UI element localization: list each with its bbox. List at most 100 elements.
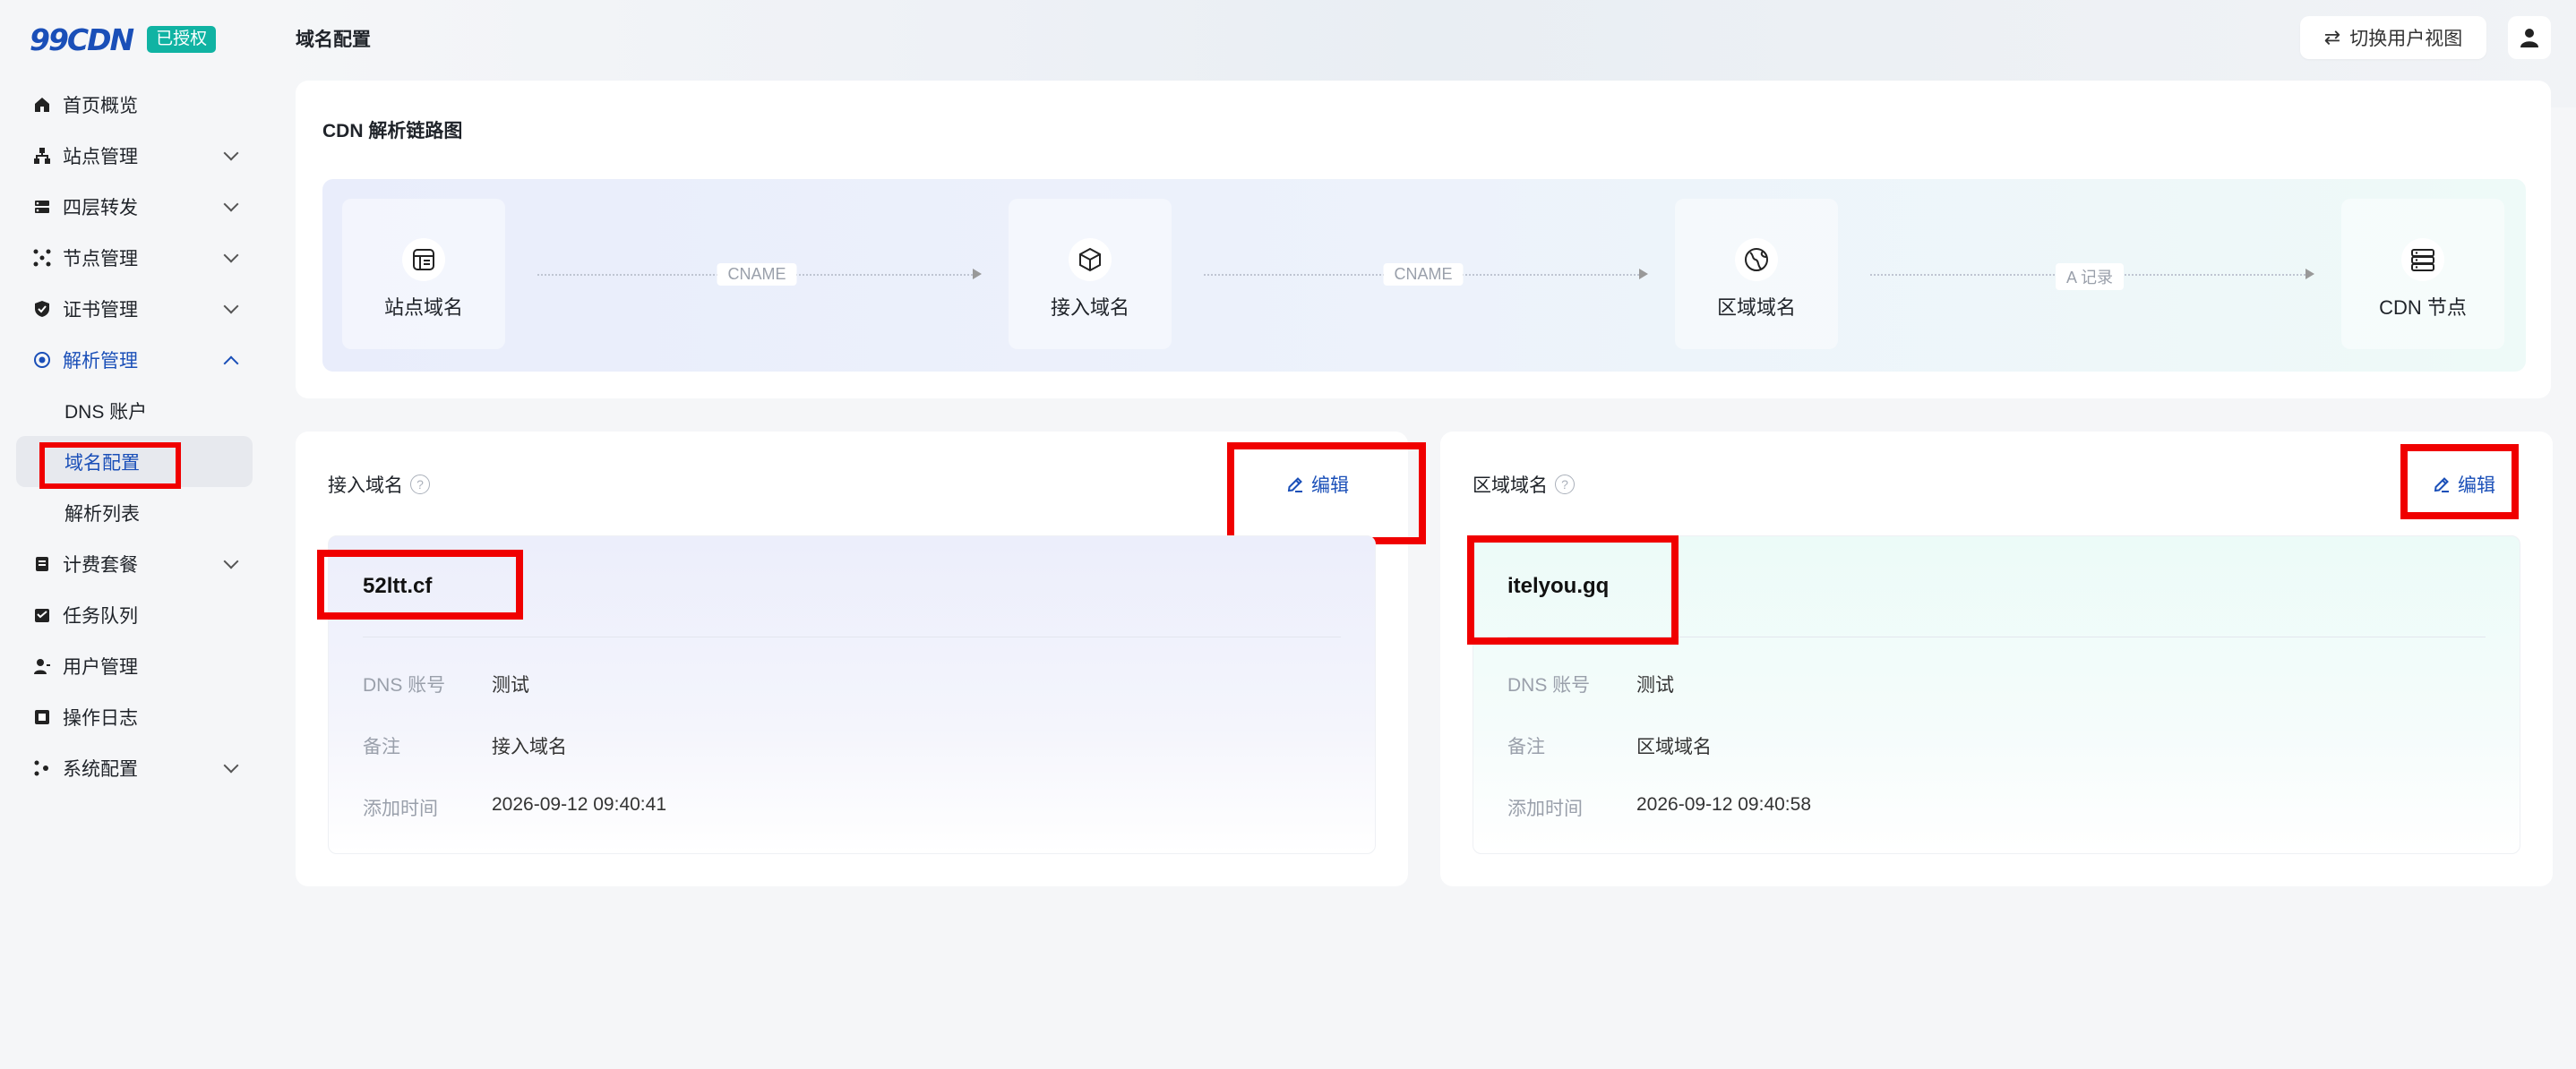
- sidebar-item-certificates[interactable]: 证书管理: [16, 283, 253, 334]
- log-icon: [32, 707, 52, 727]
- user-avatar-button[interactable]: [2508, 16, 2551, 59]
- brand: 99CDN 已授权: [30, 21, 217, 57]
- sidebar-subitem-label: 域名配置: [39, 441, 181, 489]
- user-icon: [32, 656, 52, 676]
- detail-row: 添加时间 2026-09-12 09:40:41: [363, 794, 666, 821]
- billing-icon: [32, 554, 52, 574]
- settings-icon: [32, 758, 52, 778]
- flow-node-cdn-node: CDN 节点: [2341, 199, 2504, 349]
- edit-access-domain-button[interactable]: 编辑: [1286, 471, 1349, 498]
- flow-node-label: 区域域名: [1716, 296, 1796, 319]
- flow-link: CNAME: [1204, 263, 1648, 286]
- sidebar-item-l4-forward[interactable]: 四层转发: [16, 181, 253, 232]
- edit-icon: [1287, 477, 1302, 492]
- sidebar-item-nodes[interactable]: 节点管理: [16, 232, 253, 283]
- chevron-down-icon: [223, 757, 239, 773]
- task-queue-icon: [32, 605, 52, 625]
- forward-icon: [32, 197, 52, 217]
- chevron-down-icon: [223, 145, 239, 160]
- sidebar-item-label: 四层转发: [63, 197, 138, 218]
- chevron-up-icon: [223, 355, 239, 371]
- arrow-right-icon: [973, 269, 982, 279]
- chevron-down-icon: [223, 247, 239, 262]
- region-domain-details: itelyou.gq DNS 账号 测试 备注 区域域名 添加时间 2026-0…: [1473, 535, 2520, 854]
- detail-value: 2026-09-12 09:40:58: [1636, 794, 1811, 815]
- arrow-right-icon: [2306, 269, 2314, 279]
- flow-node-label: 站点域名: [383, 296, 463, 319]
- page-title: 域名配置: [296, 30, 371, 50]
- detail-key: 添加时间: [1507, 799, 1583, 819]
- edit-label: 编辑: [1311, 475, 1349, 496]
- logo[interactable]: 99CDN: [30, 22, 134, 57]
- sitemap-icon: [32, 146, 52, 166]
- detail-value: 测试: [1636, 675, 1674, 696]
- sidebar-subitem-records[interactable]: 解析列表: [16, 487, 253, 538]
- access-domain-card-header: 接入域名 ?: [328, 471, 430, 498]
- sidebar-item-label: 任务队列: [63, 605, 138, 627]
- flow-link-label: CNAME: [717, 263, 797, 286]
- home-icon: [32, 95, 52, 115]
- sidebar-menu: 首页概览 站点管理 四层转发 节点管理 证书管理 解析管理 DNS 账户 域名配…: [16, 79, 253, 793]
- help-icon[interactable]: ?: [410, 475, 430, 494]
- detail-key: 备注: [1507, 737, 1545, 757]
- detail-key: DNS 账号: [363, 675, 446, 696]
- switch-user-view-button[interactable]: ⇄ 切换用户视图: [2300, 16, 2486, 59]
- chevron-down-icon: [223, 298, 239, 313]
- help-icon[interactable]: ?: [1555, 475, 1575, 494]
- sidebar-item-label: 解析管理: [63, 350, 138, 372]
- sidebar-item-label: 用户管理: [63, 656, 138, 678]
- chevron-down-icon: [223, 196, 239, 211]
- sidebar-item-system[interactable]: 系统配置: [16, 742, 253, 793]
- region-domain-icon: [1735, 238, 1778, 281]
- user-avatar-icon: [2520, 29, 2538, 47]
- sidebar-subitem-domain-config[interactable]: 域名配置: [16, 436, 253, 489]
- sidebar-item-label: 计费套餐: [63, 554, 138, 576]
- sidebar-item-billing[interactable]: 计费套餐: [16, 538, 253, 589]
- sidebar-item-sites[interactable]: 站点管理: [16, 130, 253, 181]
- flow-node-label: CDN 节点: [2379, 296, 2467, 319]
- sidebar-item-label: 首页概览: [63, 95, 138, 116]
- detail-value: 测试: [492, 675, 529, 696]
- resolution-chain-card: CDN 解析链路图 站点域名 CNAME 接入域名 CNAME 区域域名 A 记…: [296, 81, 2551, 398]
- sidebar-item-dns[interactable]: 解析管理: [16, 334, 253, 385]
- detail-row: DNS 账号 测试: [363, 671, 529, 697]
- region-domain-card-header: 区域域名 ?: [1473, 471, 1575, 498]
- access-domain-card-title: 接入域名: [328, 475, 403, 496]
- site-domain-icon: [402, 238, 445, 281]
- sidebar-item-tasks[interactable]: 任务队列: [16, 589, 253, 640]
- swap-icon: ⇄: [2323, 26, 2341, 48]
- sidebar-item-label: 证书管理: [63, 299, 138, 321]
- sidebar: 99CDN 已授权 首页概览 站点管理 四层转发 节点管理 证书管理 解析管理 …: [0, 0, 269, 1069]
- dns-icon: [32, 350, 52, 370]
- detail-key: 添加时间: [363, 799, 438, 819]
- flow-link: CNAME: [537, 263, 982, 286]
- flow-link-label: A 记录: [2055, 263, 2125, 290]
- detail-row: 备注 接入域名: [363, 732, 567, 759]
- access-domain-card: 接入域名 ? 编辑 52ltt.cf DNS 账号 测试 备注 接入域名 添加时…: [296, 432, 1426, 886]
- sidebar-subitem-label: 解析列表: [64, 503, 140, 525]
- region-domain-card-title: 区域域名: [1473, 475, 1548, 496]
- detail-key: 备注: [363, 737, 400, 757]
- resolution-chain-diagram: 站点域名 CNAME 接入域名 CNAME 区域域名 A 记录 CDN 节点: [322, 179, 2526, 372]
- detail-key: DNS 账号: [1507, 675, 1591, 696]
- switch-user-view-label: 切换用户视图: [2349, 29, 2463, 49]
- edit-label: 编辑: [2458, 475, 2495, 496]
- detail-row: 添加时间 2026-09-12 09:40:58: [1507, 794, 1811, 821]
- sidebar-subitem-dns-accounts[interactable]: DNS 账户: [16, 385, 253, 436]
- sidebar-item-users[interactable]: 用户管理: [16, 640, 253, 691]
- edit-region-domain-button[interactable]: 编辑: [2433, 471, 2495, 498]
- sidebar-item-label: 系统配置: [63, 758, 138, 780]
- access-domain-value: 52ltt.cf: [363, 574, 433, 598]
- flow-node-region-domain: 区域域名: [1675, 199, 1838, 349]
- detail-value: 区域域名: [1636, 737, 1712, 757]
- flow-node-access-domain: 接入域名: [1009, 199, 1172, 349]
- sidebar-item-overview[interactable]: 首页概览: [16, 79, 253, 130]
- license-badge: 已授权: [147, 26, 217, 53]
- detail-row: 备注 区域域名: [1507, 732, 1712, 759]
- arrow-right-icon: [1639, 269, 1648, 279]
- sidebar-item-logs[interactable]: 操作日志: [16, 691, 253, 742]
- detail-value: 接入域名: [492, 737, 567, 757]
- region-domain-card: 区域域名 ? 编辑 itelyou.gq DNS 账号 测试 备注 区域域名 添…: [1440, 432, 2553, 886]
- detail-row: DNS 账号 测试: [1507, 671, 1674, 697]
- resolution-chain-title: CDN 解析链路图: [322, 121, 463, 141]
